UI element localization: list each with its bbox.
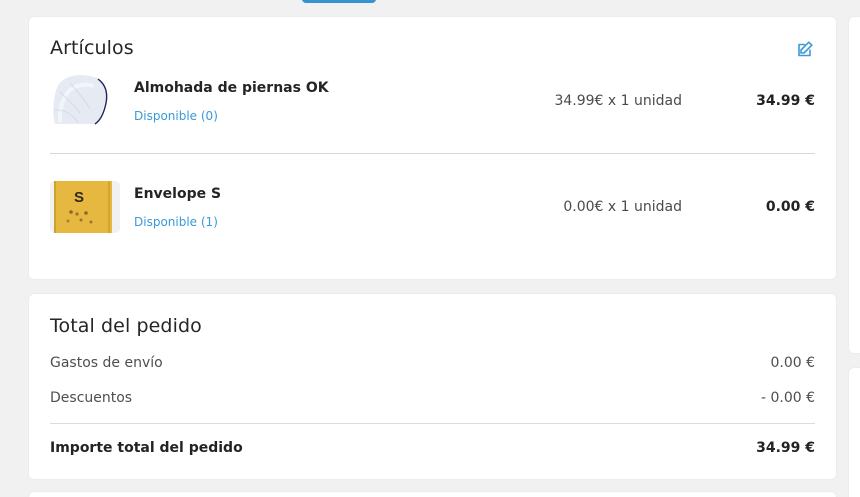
discount-value: - 0.00 € (760, 390, 815, 406)
total-label: Importe total del pedido (50, 440, 243, 456)
shipping-label: Gastos de envío (50, 355, 163, 371)
edit-icon (798, 41, 813, 57)
active-tab-indicator[interactable] (302, 0, 376, 3)
articles-title: Artículos (50, 37, 134, 59)
pillow-image (50, 75, 120, 129)
discount-row: Descuentos - 0.00 € (50, 390, 815, 410)
article-quantity: 34.99€ x 1 unidad (554, 93, 682, 109)
shipping-value: 0.00 € (770, 355, 815, 371)
total-value: 34.99 € (756, 440, 815, 456)
discount-label: Descuentos (50, 390, 133, 406)
shipping-row: Gastos de envío 0.00 € (50, 355, 815, 375)
article-price: 34.99 € (756, 93, 815, 109)
edit-articles-button[interactable] (795, 39, 815, 59)
availability-link[interactable]: Disponible (0) (134, 109, 218, 123)
articles-divider (50, 153, 815, 154)
right-side-card-lower (849, 368, 860, 497)
right-side-card (849, 17, 860, 353)
availability-link[interactable]: Disponible (1) (134, 215, 218, 229)
total-row: Importe total del pedido 34.99 € (50, 440, 815, 460)
article-quantity: 0.00€ x 1 unidad (563, 199, 682, 215)
article-price: 0.00 € (765, 199, 815, 215)
article-name: Almohada de piernas OK (134, 80, 329, 96)
article-name: Envelope S (134, 186, 222, 202)
summary-divider (50, 423, 815, 424)
article-row: Almohada de piernas OK Disponible (0) 34… (50, 75, 815, 133)
order-total-title: Total del pedido (50, 315, 202, 337)
envelope-size-label: S (74, 189, 85, 206)
envelope-image: S (50, 181, 120, 233)
articles-card: Artículos Almohada de piernas OK Disponi… (29, 17, 836, 279)
article-row: S Envelope S Disponible (1) 0.00€ x 1 un… (50, 181, 815, 239)
order-page: Artículos Almohada de piernas OK Disponi… (0, 0, 860, 497)
order-total-card: Total del pedido Gastos de envío 0.00 € … (29, 294, 836, 479)
next-card (29, 492, 836, 497)
